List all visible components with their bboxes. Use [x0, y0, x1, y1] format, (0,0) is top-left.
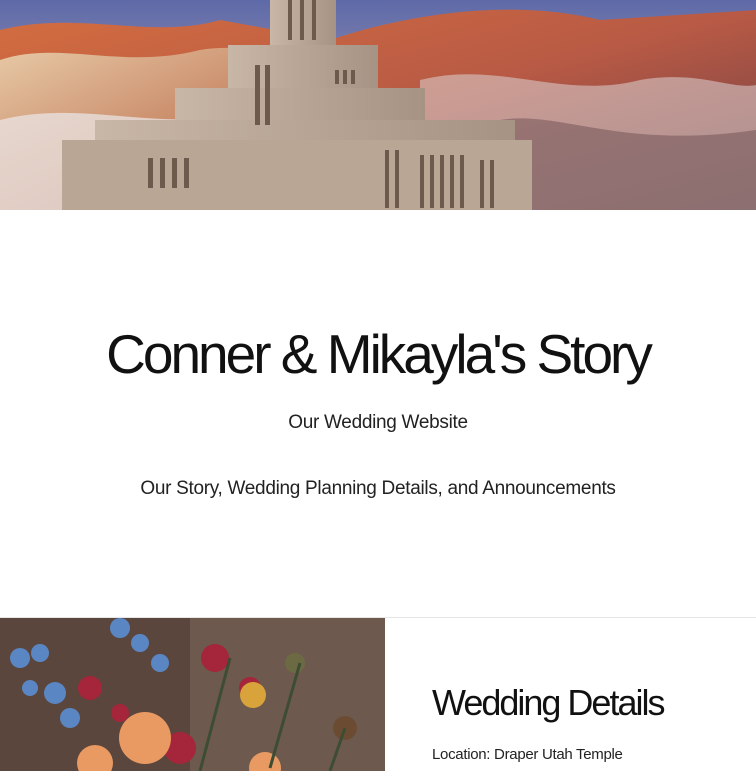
- hero-image: [0, 0, 756, 210]
- title-section: Conner & Mikayla's Story Our Wedding Web…: [0, 210, 756, 617]
- floral-bouquet-photo: [0, 618, 385, 771]
- page-title: Conner & Mikayla's Story: [106, 323, 653, 385]
- wedding-details-panel: Wedding Details Location: Draper Utah Te…: [385, 618, 756, 771]
- wedding-location: Location: Draper Utah Temple: [432, 746, 623, 763]
- page-tagline: Our Story, Wedding Planning Details, and…: [140, 478, 616, 499]
- wedding-details-heading: Wedding Details: [432, 682, 665, 723]
- page-subtitle: Our Wedding Website: [288, 412, 468, 433]
- details-image: [0, 618, 385, 771]
- temple-mountains-photo: [0, 0, 756, 210]
